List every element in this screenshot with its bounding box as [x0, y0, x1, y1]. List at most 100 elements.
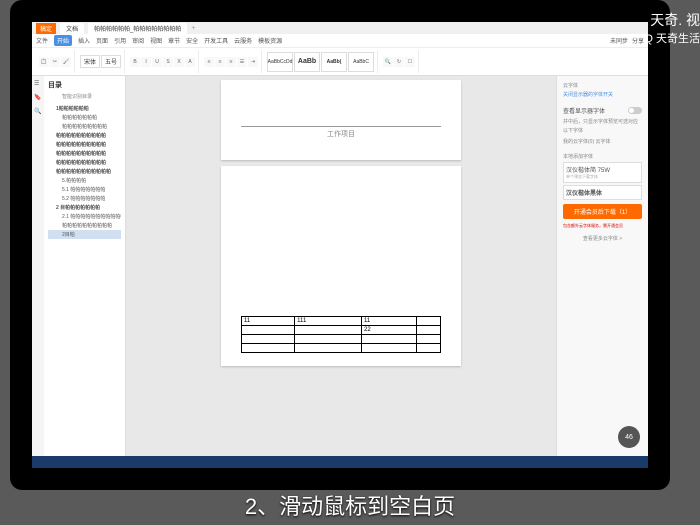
panel-hint: 关闭显示器的字体开关 — [563, 91, 642, 98]
outline-item[interactable]: 5.1 帕帕帕帕帕帕帕 — [48, 185, 121, 194]
select-icon[interactable]: ☐ — [405, 57, 415, 67]
panel-header: 云字体 — [563, 82, 642, 89]
more-fonts-link[interactable]: 查看更多云字体 > — [563, 235, 642, 242]
table-cell[interactable]: 111 — [295, 317, 362, 326]
style-h1[interactable]: AaBb — [294, 52, 320, 72]
table-cell[interactable] — [295, 326, 362, 335]
menu-view[interactable]: 视图 — [150, 36, 162, 45]
menu-file[interactable]: 文件 — [36, 36, 48, 45]
format-painter-icon[interactable]: 🖌 — [61, 57, 71, 67]
ribbon-toolbar: 📋 ✂ 🖌 宋体 五号 B I U S X A ≡ ≡ ≡ ☰ ⇥ AaBbCc… — [32, 48, 648, 76]
menu-dev[interactable]: 开发工具 — [204, 36, 228, 45]
style-normal[interactable]: AaBbCcDd — [267, 52, 293, 72]
table-cell[interactable] — [417, 335, 441, 344]
menu-ref[interactable]: 引用 — [114, 36, 126, 45]
font-size-select[interactable]: 五号 — [101, 55, 121, 68]
outline-item[interactable]: 帕帕帕帕帕帕帕帕帕帕 — [48, 140, 121, 149]
zoom-badge[interactable]: 46 — [618, 426, 640, 448]
sub-icon[interactable]: X — [174, 57, 184, 67]
outline-item[interactable]: 帕帕帕帕帕帕帕帕帕帕 — [48, 131, 121, 140]
outline-smart-toggle[interactable]: 智能识别目录 — [48, 93, 121, 100]
underline-icon[interactable]: U — [152, 57, 162, 67]
outline-list: 1帕帕帕帕帕帕帕帕帕帕帕帕帕帕帕帕帕帕帕帕帕帕帕帕帕帕帕帕帕帕帕帕帕帕帕帕帕帕帕… — [48, 104, 121, 239]
table-cell[interactable] — [417, 326, 441, 335]
table-cell[interactable]: 22 — [362, 326, 417, 335]
align-left-icon[interactable]: ≡ — [204, 57, 214, 67]
align-center-icon[interactable]: ≡ — [215, 57, 225, 67]
outline-item[interactable]: 帕帕帕帕帕帕帕帕帕帕 — [48, 158, 121, 167]
menu-section[interactable]: 章节 — [168, 36, 180, 45]
find-icon[interactable]: 🔍 — [383, 57, 393, 67]
document-viewport[interactable]: 工作项目 111111122 — [126, 76, 556, 456]
table-cell[interactable]: 11 — [362, 317, 417, 326]
app-tab-doc[interactable]: 文档 — [60, 23, 84, 34]
menu-insert[interactable]: 插入 — [78, 36, 90, 45]
highlight-icon[interactable]: A — [185, 57, 195, 67]
watermark-main: 天奇. 视 — [650, 10, 700, 30]
indent-icon[interactable]: ⇥ — [248, 57, 258, 67]
search-icon[interactable]: 🔍 — [34, 108, 42, 116]
menu-page[interactable]: 页面 — [96, 36, 108, 45]
table-cell[interactable] — [362, 344, 417, 353]
font-family-select[interactable]: 宋体 — [80, 55, 100, 68]
bookmark-icon[interactable]: 🔖 — [34, 94, 42, 102]
strike-icon[interactable]: S — [163, 57, 173, 67]
outline-item[interactable]: 帕帕帕帕帕帕帕帕帕帕 — [48, 221, 121, 230]
paste-icon[interactable]: 📋 — [39, 57, 49, 67]
tab-add-icon[interactable]: + — [191, 25, 195, 32]
outline-item[interactable]: 帕帕帕帕帕帕帕帕帕帕帕 — [48, 167, 121, 176]
app-tab-home[interactable]: 稿定 — [36, 23, 56, 34]
toggle-desc1: 并中后，只显示字体预览可选对应 — [563, 118, 642, 125]
menu-security[interactable]: 安全 — [186, 36, 198, 45]
bold-icon[interactable]: B — [130, 57, 140, 67]
italic-icon[interactable]: I — [141, 57, 151, 67]
style-h2[interactable]: AaBb( — [321, 52, 347, 72]
main-area: ☰ 🔖 🔍 目录 智能识别目录 1帕帕帕帕帕帕帕帕帕帕帕帕帕帕帕帕帕帕帕帕帕帕帕… — [32, 76, 648, 456]
table-cell[interactable] — [242, 335, 295, 344]
table-cell[interactable] — [295, 335, 362, 344]
replace-icon[interactable]: ↻ — [394, 57, 404, 67]
app-tab-file[interactable]: 帕帕帕帕帕帕_帕帕帕帕帕帕帕帕 — [88, 23, 187, 34]
section-heading: 工作项目 — [241, 126, 441, 139]
font-toggle-switch[interactable] — [628, 107, 642, 114]
menu-template[interactable]: 模板资源 — [258, 36, 282, 45]
outline-item[interactable]: 帕帕帕帕帕帕帕帕帕帕 — [48, 149, 121, 158]
font-option-2[interactable]: 汉仪楷体黑体 — [563, 185, 642, 200]
app-window: 稿定 文档 帕帕帕帕帕帕_帕帕帕帕帕帕帕帕 + 文件 开始 插入 页面 引用 审… — [32, 22, 648, 468]
table-cell[interactable] — [242, 326, 295, 335]
page-1: 工作项目 — [221, 80, 461, 160]
menu-start[interactable]: 开始 — [54, 35, 72, 46]
outline-item[interactable]: 2目帕 — [48, 230, 121, 239]
outline-item[interactable]: 5.帕帕帕帕 — [48, 176, 121, 185]
local-font-header: 本地添加字体 — [563, 153, 642, 160]
monitor-frame: 稿定 文档 帕帕帕帕帕帕_帕帕帕帕帕帕帕帕 + 文件 开始 插入 页面 引用 审… — [10, 0, 670, 490]
outline-item[interactable]: 2 目帕帕帕帕帕帕帕 — [48, 203, 121, 212]
menu-cloud[interactable]: 云服务 — [234, 36, 252, 45]
share-button[interactable]: 分享 — [632, 36, 644, 45]
outline-item[interactable]: 2.1 帕帕帕帕帕帕帕帕帕帕帕 — [48, 212, 121, 221]
document-table[interactable]: 111111122 — [241, 316, 441, 353]
list-icon[interactable]: ☰ — [237, 57, 247, 67]
toggle-desc3: 我的云字体(0) 云字体 — [563, 138, 642, 145]
table-cell[interactable] — [417, 344, 441, 353]
align-right-icon[interactable]: ≡ — [226, 57, 236, 67]
taskbar[interactable] — [32, 456, 648, 468]
menu-bar: 文件 开始 插入 页面 引用 审阅 视图 章节 安全 开发工具 云服务 模板资源… — [32, 34, 648, 48]
sync-status[interactable]: 未同步 — [610, 36, 628, 45]
table-cell[interactable] — [362, 335, 417, 344]
table-cell[interactable] — [417, 317, 441, 326]
style-h3[interactable]: AaBbC — [348, 52, 374, 72]
menu-review[interactable]: 审阅 — [132, 36, 144, 45]
outline-item[interactable]: 1帕帕帕帕帕帕 — [48, 104, 121, 113]
table-cell[interactable] — [242, 344, 295, 353]
table-cell[interactable]: 11 — [242, 317, 295, 326]
download-button[interactable]: 开通会员后下载（1） — [563, 204, 642, 219]
outline-icon[interactable]: ☰ — [34, 80, 42, 88]
outline-item[interactable]: 帕帕帕帕帕帕帕帕帕 — [48, 122, 121, 131]
cut-icon[interactable]: ✂ — [50, 57, 60, 67]
outline-item[interactable]: 帕帕帕帕帕帕帕 — [48, 113, 121, 122]
outline-title: 目录 — [48, 80, 121, 90]
font-option-1[interactable]: 汉仪楷体简 75W 单个预览下载字体 — [563, 162, 642, 183]
outline-item[interactable]: 5.2 帕帕帕帕帕帕帕 — [48, 194, 121, 203]
table-cell[interactable] — [295, 344, 362, 353]
